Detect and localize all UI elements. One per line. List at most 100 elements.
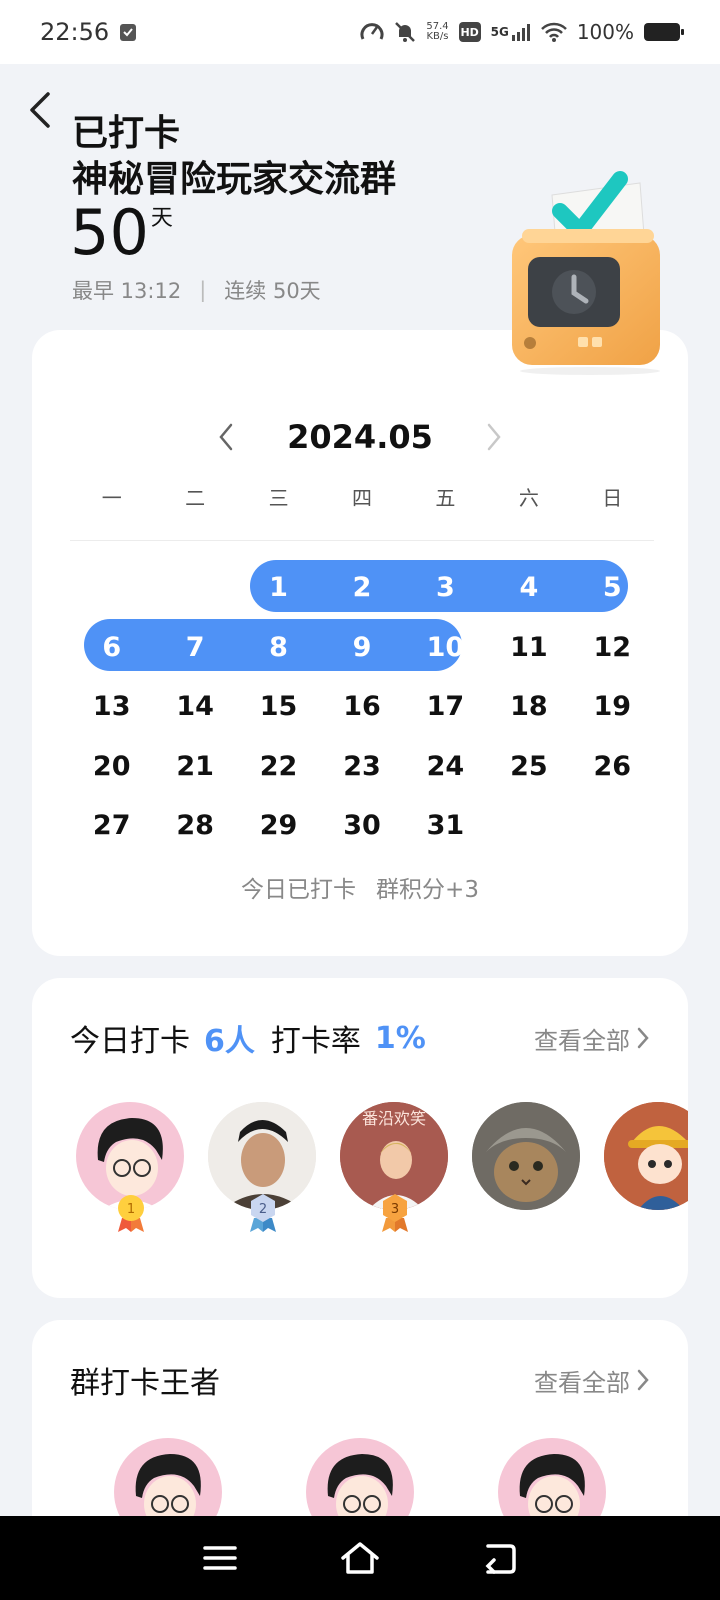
day-cell[interactable]: 31 [404,810,487,841]
calendar-week-row: 1 2 3 4 5 [70,558,654,618]
calendar-week-row: 20 21 22 23 24 25 26 [70,737,654,797]
day-cell[interactable]: 12 [571,632,654,663]
weekday-mon: 一 [101,486,122,510]
weekday-wed: 三 [268,486,289,510]
weekday-fri: 五 [435,486,456,510]
day-cell[interactable]: 22 [237,751,320,782]
status-bar: 22:56 57.4 KB/s HD 5G 100% [0,0,720,64]
rank-label: 2 [259,1202,267,1217]
day-cell[interactable]: 20 [70,751,153,782]
day-cell[interactable]: 23 [320,751,403,782]
system-nav-bar [0,1516,720,1600]
mute-bell-icon [394,21,416,43]
day-cell[interactable]: 24 [404,751,487,782]
day-cell[interactable]: 27 [70,810,153,841]
day-cell[interactable]: 2 [320,572,403,603]
streak-days: 连续 50天 [224,279,321,303]
current-month: 2024.05 [287,418,433,456]
calendar-days: 1 2 3 4 5 6 7 8 9 10 11 12 13 14 15 16 1… [70,558,654,856]
day-cell[interactable]: 28 [153,810,236,841]
weekday-thu: 四 [351,486,372,510]
menu-nav-button[interactable] [190,1528,250,1588]
calendar-divider [70,540,654,541]
back-nav-button[interactable] [470,1528,530,1588]
avatar [604,1102,688,1210]
menu-icon [203,1546,237,1570]
day-cell[interactable]: 8 [237,632,320,663]
weekday-sun: 日 [602,486,623,510]
chevron-left-icon [30,92,50,128]
day-cell[interactable]: 3 [404,572,487,603]
day-cell[interactable]: 7 [153,632,236,663]
net-speed: 57.4 KB/s [426,21,449,42]
status-icons: 57.4 KB/s HD 5G 100% [360,20,684,44]
hd-icon: HD [458,22,481,42]
king-header: 群打卡王者 查看全部 [70,1358,650,1402]
today-view-all-link[interactable]: 查看全部 [534,1021,650,1056]
day-cell[interactable]: 18 [487,691,570,722]
earliest-time: 最早 13:12 [72,279,182,303]
group-points-text: 群积分+3 [376,877,479,903]
meta-separator: | [199,278,207,302]
bronze-medal-icon: 3 [382,1194,408,1232]
today-checked-text: 今日已打卡 [241,877,357,903]
view-all-label: 查看全部 [534,1026,630,1055]
back-arrow-icon [485,1544,516,1574]
checkin-status: 已打卡 [72,113,181,154]
rank-label: 1 [127,1202,135,1217]
signal-icon: 5G [491,23,531,41]
today-checkin-card: 今日打卡 6人 打卡率 1% 查看全部 1 2 番沿欢笑 3 [32,978,688,1298]
today-people-count: 6人 [204,1024,255,1059]
day-cell[interactable]: 15 [237,691,320,722]
day-cell[interactable]: 17 [404,691,487,722]
member-avatar-3[interactable]: 番沿欢笑 3 [340,1102,448,1242]
king-title: 群打卡王者 [70,1366,220,1401]
member-avatar-1[interactable]: 1 [76,1102,184,1242]
next-month-button[interactable] [479,419,509,455]
battery-icon [644,23,684,41]
month-switcher: 2024.05 [32,412,688,462]
today-header: 今日打卡 6人 打卡率 1% 查看全部 [70,1016,650,1060]
member-avatar-5[interactable] [604,1102,688,1242]
wifi-icon [540,22,567,42]
day-cell[interactable]: 4 [487,572,570,603]
day-cell[interactable]: 1 [237,572,320,603]
today-avatar-list: 1 2 番沿欢笑 3 [76,1102,688,1242]
member-avatar-4[interactable] [472,1102,580,1242]
checkin-meta: 最早 13:12 | 连续 50天 [72,275,321,305]
member-avatar-2[interactable]: 2 [208,1102,316,1242]
day-cell[interactable]: 10 [404,632,487,663]
chevron-right-icon [637,1027,649,1049]
day-cell[interactable]: 26 [571,751,654,782]
weekday-sat: 六 [518,486,539,510]
day-cell[interactable]: 6 [70,632,153,663]
chevron-right-icon [637,1369,649,1391]
back-button[interactable] [22,86,62,134]
chevron-left-icon [219,423,233,451]
day-cell[interactable]: 25 [487,751,570,782]
view-all-label: 查看全部 [534,1368,630,1397]
checkin-rate-label: 打卡率 [270,1024,361,1059]
weekday-header: 一 二 三 四 五 六 日 [70,482,654,511]
rank-label: 3 [391,1202,399,1217]
day-cell[interactable]: 16 [320,691,403,722]
speedometer-icon [360,21,384,43]
home-nav-button[interactable] [330,1528,390,1588]
day-cell[interactable]: 13 [70,691,153,722]
clipboard-check-icon [119,22,137,42]
checkin-illustration [500,165,690,375]
day-cell[interactable]: 11 [487,632,570,663]
status-time: 22:56 [40,18,110,46]
day-cell[interactable]: 29 [237,810,320,841]
home-icon [341,1542,379,1574]
king-view-all-link[interactable]: 查看全部 [534,1363,650,1398]
days-unit: 天 [150,206,173,231]
day-cell[interactable]: 14 [153,691,236,722]
day-cell[interactable]: 30 [320,810,403,841]
day-cell[interactable]: 9 [320,632,403,663]
day-cell[interactable]: 21 [153,751,236,782]
day-cell[interactable]: 5 [571,572,654,603]
checkin-rate-value: 1% [374,1020,426,1056]
day-cell[interactable]: 19 [571,691,654,722]
prev-month-button[interactable] [211,419,241,455]
